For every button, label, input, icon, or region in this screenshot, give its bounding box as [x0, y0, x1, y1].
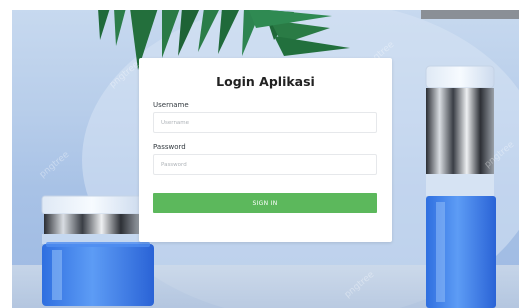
username-input[interactable] — [153, 112, 377, 133]
login-page: pngtree pngtree pngtree pngtree pngtree … — [0, 0, 519, 308]
cosmetic-bottle — [425, 65, 496, 308]
login-title: Login Aplikasi — [216, 74, 315, 89]
cosmetic-jar — [41, 195, 154, 306]
password-input[interactable] — [153, 154, 377, 175]
sign-in-button[interactable]: SIGN IN — [153, 193, 377, 213]
password-label: Password — [153, 143, 186, 151]
login-form: Login Aplikasi Username Password SIGN IN — [139, 58, 392, 242]
username-label: Username — [153, 101, 189, 109]
top-edge-bar — [421, 10, 519, 19]
